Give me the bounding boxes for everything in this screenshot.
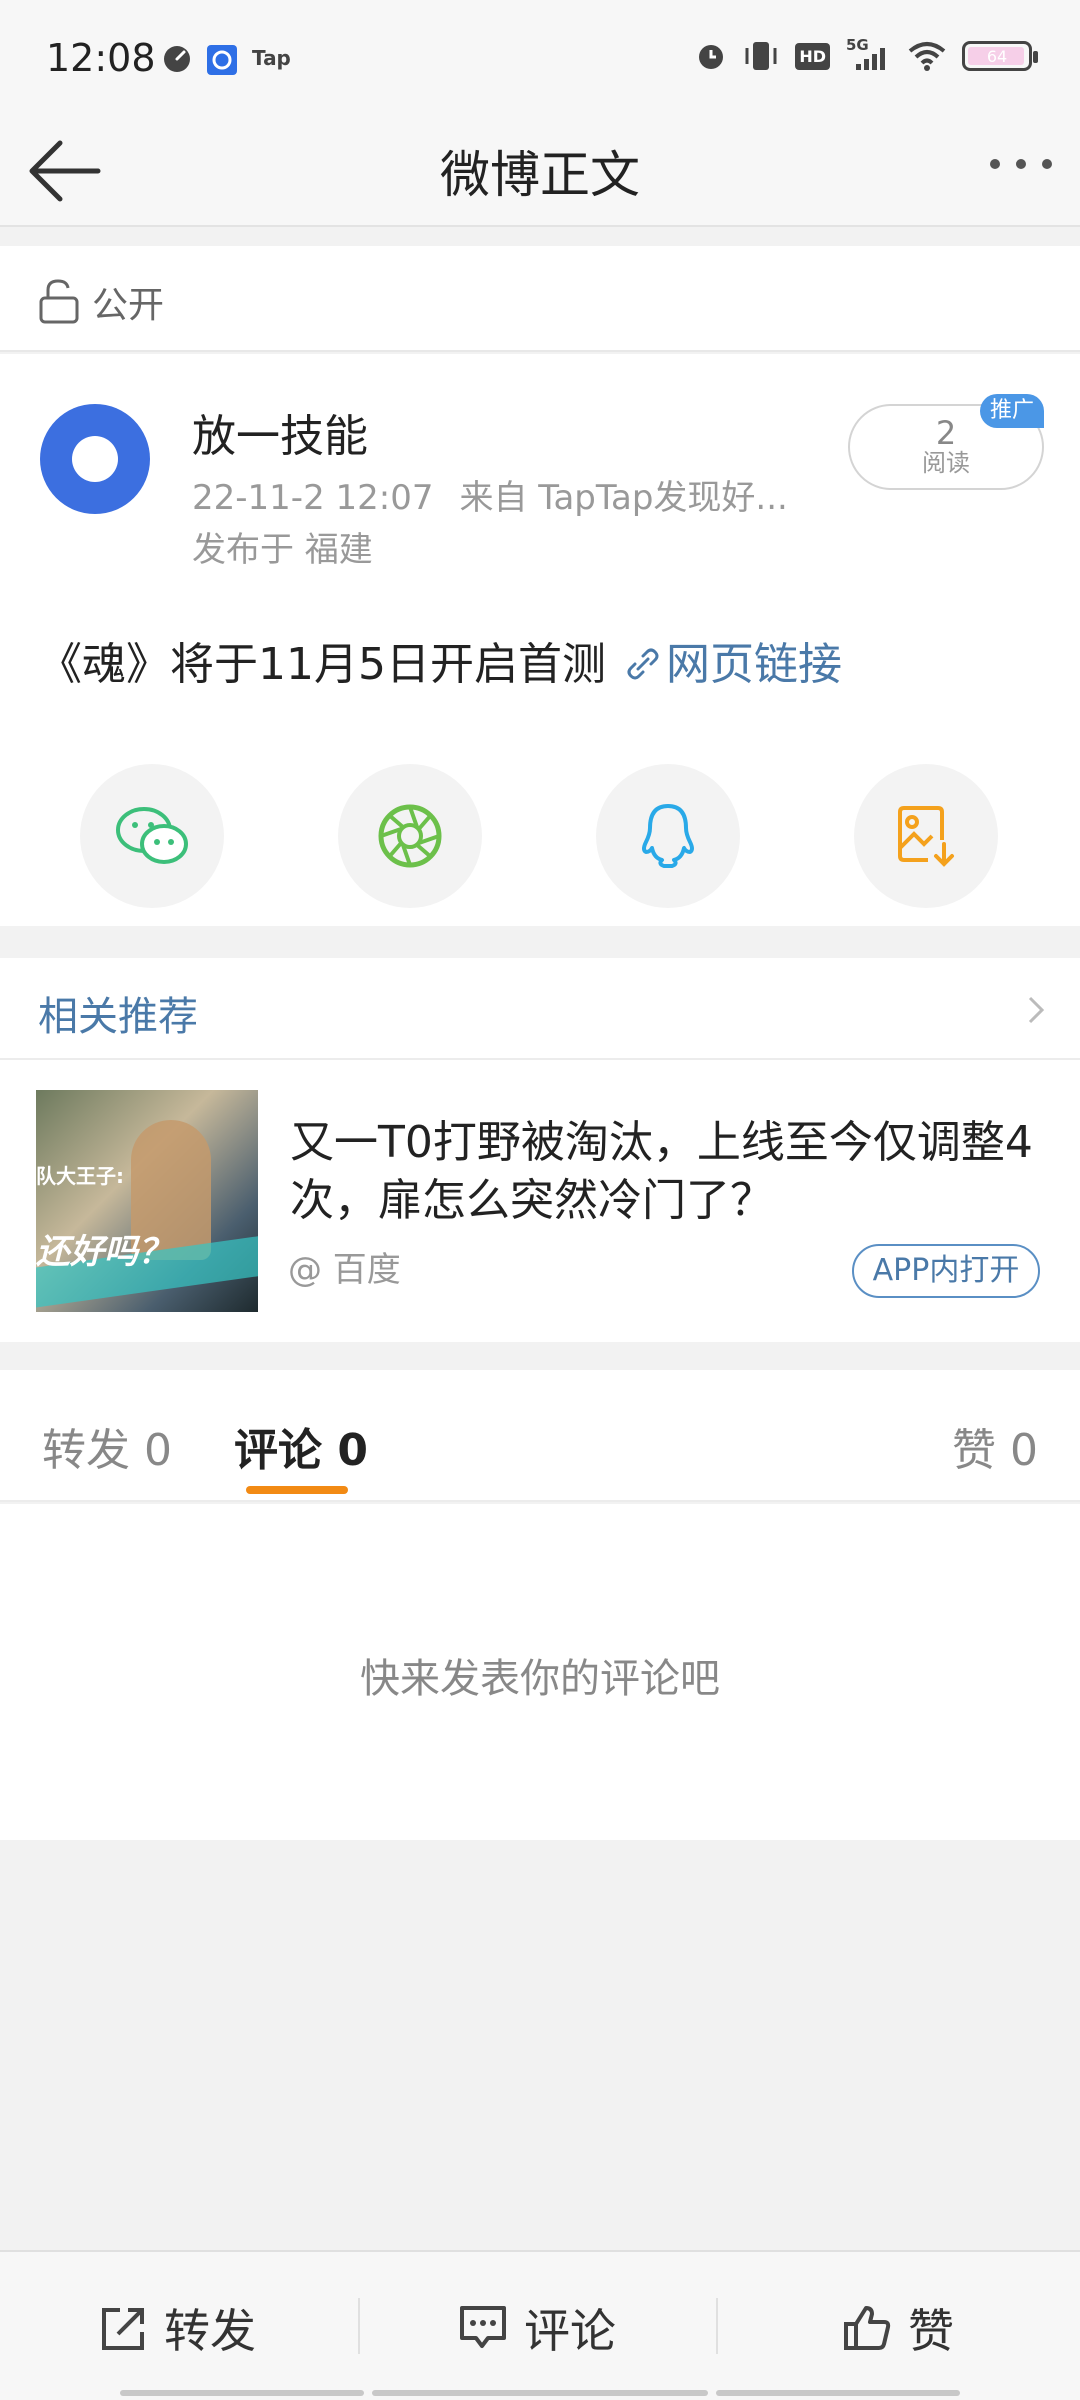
thumbs-up-icon — [844, 2306, 891, 2350]
related-source: @ 百度 — [288, 1250, 401, 1290]
web-link-label: 网页链接 — [665, 639, 842, 690]
hd-icon: HD — [795, 42, 830, 70]
visibility-row: 公开 — [0, 246, 1080, 352]
share-moments-button[interactable] — [338, 764, 482, 908]
post-text: 《魂》将于11月5日开启首测 网页链接 — [38, 628, 842, 692]
like-button[interactable]: 赞 — [842, 2288, 954, 2368]
thumb-caption-main: 还好吗？ — [36, 1232, 172, 1272]
post-body: 《魂》将于11月5日开启首测 — [38, 639, 606, 690]
status-time: 12:08 — [46, 36, 156, 80]
thumb-caption-top: 队大王子: — [36, 1164, 124, 1188]
nav-gesture-bar — [716, 2390, 960, 2396]
tab-comment[interactable]: 评论 0 — [234, 1414, 368, 1478]
tab-like[interactable]: 赞 0 — [952, 1414, 1038, 1478]
speedometer-icon — [164, 46, 190, 72]
repost-button[interactable]: 转发 — [98, 2288, 256, 2368]
author-name[interactable]: 放一技能 — [192, 400, 368, 464]
related-title: 相关推荐 — [38, 994, 198, 1040]
baidu-app-icon — [207, 45, 237, 75]
wifi-icon — [908, 42, 946, 71]
more-options-icon[interactable] — [990, 159, 1052, 169]
promo-tag[interactable]: 推广 — [980, 394, 1044, 428]
signal-icon: 5G — [846, 36, 892, 72]
save-image-button[interactable] — [854, 764, 998, 908]
empty-comments-text: 快来发表你的评论吧 — [360, 1656, 720, 1702]
chevron-right-icon — [1028, 996, 1045, 1024]
battery-icon: 64 — [962, 41, 1038, 71]
wechat-icon — [116, 807, 188, 864]
vibrate-icon — [745, 42, 777, 70]
related-header[interactable]: 相关推荐 — [0, 958, 1080, 1060]
taptap-icon: Tap — [252, 46, 291, 70]
share-row — [0, 764, 1080, 914]
open-in-app-button[interactable]: APP内打开 — [852, 1244, 1040, 1298]
comment-icon — [460, 2306, 506, 2348]
moments-icon — [378, 804, 442, 868]
visibility-label: 公开 — [92, 285, 165, 326]
nav-gesture-bar — [120, 2390, 364, 2396]
post-location: 发布于 福建 — [192, 530, 373, 570]
nav-bar: 微博正文 — [0, 115, 1080, 227]
like-label: 赞 — [908, 2304, 954, 2358]
page-title: 微博正文 — [440, 146, 640, 204]
related-headline[interactable]: 又一T0打野被淘汰，上线至今仅调整4次，扉怎么突然冷门了？ — [290, 1114, 1050, 1230]
active-tab-indicator — [246, 1486, 348, 1494]
status-bar: 12:08 Tap HD 5G 64 — [0, 0, 1080, 115]
bottom-toolbar: 转发 评论 赞 — [0, 2250, 1080, 2400]
status-icons: HD 5G 64 — [695, 36, 1038, 72]
share-qq-button[interactable] — [596, 764, 740, 908]
interaction-tabs: 转发 0 评论 0 赞 0 — [0, 1370, 1080, 1502]
post-time: 22-11-2 12:07 — [192, 478, 434, 518]
web-link[interactable]: 网页链接 — [624, 639, 842, 690]
tab-repost[interactable]: 转发 0 — [42, 1414, 172, 1478]
repost-label: 转发 — [164, 2304, 256, 2358]
avatar[interactable] — [40, 404, 150, 514]
comments-area: 快来发表你的评论吧 — [0, 1504, 1080, 1840]
nav-gesture-bar — [372, 2390, 708, 2396]
unlock-icon — [39, 279, 79, 324]
battery-level: 64 — [986, 46, 1008, 66]
post-card: 放一技能 22-11-2 12:07 来自 TapTap发现好... 发布于 福建… — [0, 354, 1080, 926]
share-wechat-button[interactable] — [80, 764, 224, 908]
share-out-icon — [102, 2308, 144, 2350]
related-section: 相关推荐 队大王子: 还好吗？ 又一T0打野被淘汰，上线至今仅调整4次，扉怎么突… — [0, 958, 1080, 1342]
link-icon — [627, 648, 659, 680]
post-source: 来自 TapTap发现好... — [459, 478, 788, 518]
post-meta: 22-11-2 12:07 来自 TapTap发现好... — [192, 470, 788, 519]
qq-icon — [642, 804, 694, 868]
comment-button[interactable]: 评论 — [458, 2288, 616, 2368]
read-label: 阅读 — [922, 449, 970, 477]
alarm-icon — [699, 45, 724, 69]
comment-label: 评论 — [524, 2304, 616, 2358]
save-image-icon — [898, 806, 954, 867]
related-thumbnail[interactable]: 队大王子: 还好吗？ — [36, 1090, 258, 1312]
